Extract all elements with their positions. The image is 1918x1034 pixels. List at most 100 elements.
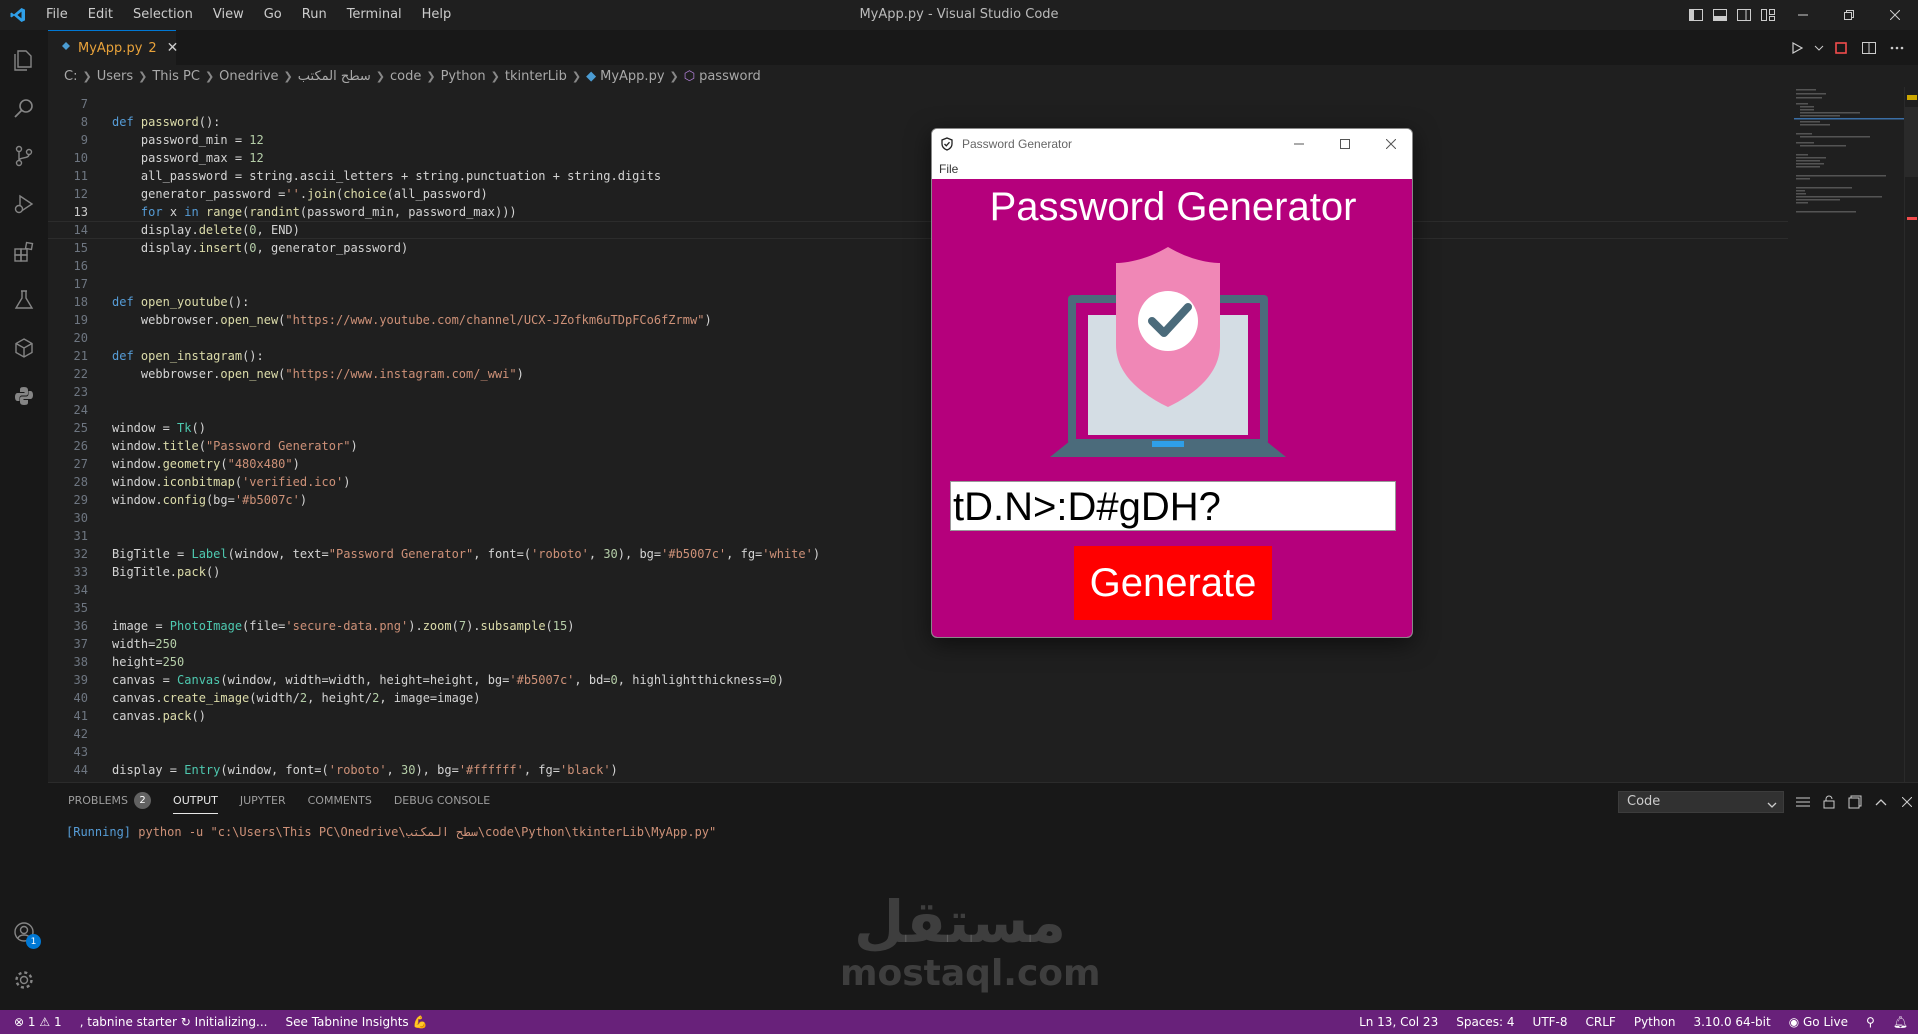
breadcrumb-item[interactable]: سطح المكتب bbox=[298, 69, 371, 84]
indentation[interactable]: Spaces: 4 bbox=[1456, 1015, 1514, 1029]
code-line[interactable] bbox=[112, 725, 820, 743]
tabnine-insights-link[interactable]: See Tabnine Insights 💪 bbox=[286, 1015, 428, 1029]
minimap[interactable] bbox=[1794, 87, 1904, 227]
explorer-icon[interactable] bbox=[0, 36, 48, 84]
search-icon[interactable] bbox=[0, 84, 48, 132]
python-interpreter[interactable]: 3.10.0 64-bit bbox=[1693, 1015, 1770, 1029]
breadcrumb-item[interactable]: code bbox=[390, 69, 421, 84]
breadcrumb-item[interactable]: Users bbox=[97, 69, 133, 84]
restore-icon[interactable] bbox=[1826, 0, 1872, 30]
code-line[interactable]: display.delete(0, END) bbox=[112, 221, 820, 239]
breadcrumb-item[interactable]: MyApp.py bbox=[600, 69, 664, 84]
go-live-button[interactable]: ◉ Go Live bbox=[1789, 1015, 1848, 1029]
notifications-bell-icon[interactable]: 🔔︎ bbox=[1893, 1015, 1908, 1029]
code-line[interactable] bbox=[112, 401, 820, 419]
code-line[interactable]: webbrowser.open_new("https://www.youtube… bbox=[112, 311, 820, 329]
code-line[interactable] bbox=[112, 527, 820, 545]
tk-minimize-icon[interactable] bbox=[1276, 129, 1322, 159]
remote-explorer-icon[interactable] bbox=[0, 324, 48, 372]
run-debug-icon[interactable] bbox=[0, 180, 48, 228]
breadcrumb-item[interactable]: tkinterLib bbox=[505, 69, 567, 84]
code-line[interactable]: display = Entry(window, font=('roboto', … bbox=[112, 761, 820, 779]
tab-comments[interactable]: COMMENTS bbox=[308, 783, 372, 818]
language-mode[interactable]: Python bbox=[1634, 1015, 1676, 1029]
accounts-icon[interactable]: 1 bbox=[0, 908, 48, 956]
minimize-icon[interactable] bbox=[1780, 0, 1826, 30]
breadcrumb-item[interactable]: Python bbox=[441, 69, 486, 84]
code-line[interactable]: window.iconbitmap('verified.ico') bbox=[112, 473, 820, 491]
code-line[interactable]: def password(): bbox=[112, 113, 820, 131]
menu-selection[interactable]: Selection bbox=[123, 0, 203, 30]
code-line[interactable]: def open_instagram(): bbox=[112, 347, 820, 365]
close-window-icon[interactable] bbox=[1872, 0, 1918, 30]
menu-run[interactable]: Run bbox=[292, 0, 337, 30]
menu-help[interactable]: Help bbox=[412, 0, 462, 30]
code-line[interactable]: canvas.pack() bbox=[112, 707, 820, 725]
breadcrumb-item[interactable]: password bbox=[699, 69, 761, 84]
maximize-panel-icon[interactable] bbox=[1870, 791, 1892, 813]
menu-edit[interactable]: Edit bbox=[78, 0, 123, 30]
code-line[interactable]: all_password = string.ascii_letters + st… bbox=[112, 167, 820, 185]
code-line[interactable]: BigTitle.pack() bbox=[112, 563, 820, 581]
tabnine-status[interactable]: ‚ tabnine starter ↻ Initializing... bbox=[80, 1015, 268, 1029]
code-line[interactable]: height=250 bbox=[112, 653, 820, 671]
more-actions-icon[interactable] bbox=[1884, 35, 1910, 61]
stop-icon[interactable] bbox=[1828, 35, 1854, 61]
code-line[interactable]: for x in range(randint(password_min, pas… bbox=[112, 203, 820, 221]
code-line[interactable]: def open_youtube(): bbox=[112, 293, 820, 311]
filter-list-icon[interactable] bbox=[1792, 791, 1814, 813]
code-line[interactable] bbox=[112, 257, 820, 275]
code-line[interactable]: window.title("Password Generator") bbox=[112, 437, 820, 455]
code-line[interactable] bbox=[112, 383, 820, 401]
clear-output-icon[interactable] bbox=[1844, 791, 1866, 813]
output-channel-select[interactable]: Code bbox=[1618, 791, 1784, 813]
source-control-icon[interactable] bbox=[0, 132, 48, 180]
code-line[interactable]: window = Tk() bbox=[112, 419, 820, 437]
end-of-line[interactable]: CRLF bbox=[1586, 1015, 1616, 1029]
code-line[interactable]: display.insert(0, generator_password) bbox=[112, 239, 820, 257]
file-encoding[interactable]: UTF-8 bbox=[1533, 1015, 1568, 1029]
tk-maximize-icon[interactable] bbox=[1322, 129, 1368, 159]
menu-file[interactable]: File bbox=[36, 0, 78, 30]
python-icon[interactable] bbox=[0, 372, 48, 420]
tab-problems[interactable]: PROBLEMS 2 bbox=[68, 783, 152, 818]
cursor-position[interactable]: Ln 13, Col 23 bbox=[1359, 1015, 1438, 1029]
code-line[interactable] bbox=[112, 509, 820, 527]
password-display-entry[interactable]: tD.N>:D#gDH? bbox=[950, 481, 1396, 531]
toggle-panel-icon[interactable] bbox=[1708, 0, 1732, 30]
code-line[interactable] bbox=[112, 743, 820, 761]
code-line[interactable]: image = PhotoImage(file='secure-data.png… bbox=[112, 617, 820, 635]
manage-gear-icon[interactable] bbox=[0, 956, 48, 1004]
customize-layout-icon[interactable] bbox=[1756, 0, 1780, 30]
breadcrumb-item[interactable]: C: bbox=[64, 69, 77, 84]
testing-icon[interactable] bbox=[0, 276, 48, 324]
run-dropdown-chevron-icon[interactable] bbox=[1812, 35, 1826, 61]
problems-status[interactable]: ⊗ 1 ⚠ 1 bbox=[14, 1015, 62, 1029]
code-line[interactable]: window.geometry("480x480") bbox=[112, 455, 820, 473]
menu-terminal[interactable]: Terminal bbox=[337, 0, 412, 30]
code-line[interactable]: BigTitle = Label(window, text="Password … bbox=[112, 545, 820, 563]
code-content[interactable]: def password(): password_min = 12 passwo… bbox=[112, 95, 820, 779]
tk-menu-file[interactable]: File bbox=[932, 159, 1412, 179]
tab-myapp-py[interactable]: MyApp.py 2 ✕ bbox=[48, 30, 178, 65]
code-line[interactable] bbox=[112, 275, 820, 293]
toggle-secondary-sidebar-icon[interactable] bbox=[1732, 0, 1756, 30]
close-panel-icon[interactable] bbox=[1896, 791, 1918, 813]
code-line[interactable] bbox=[112, 581, 820, 599]
tab-jupyter[interactable]: JUPYTER bbox=[240, 783, 286, 818]
code-line[interactable]: password_max = 12 bbox=[112, 149, 820, 167]
breadcrumb-item[interactable]: This PC bbox=[152, 69, 200, 84]
split-editor-icon[interactable] bbox=[1856, 35, 1882, 61]
run-python-file-icon[interactable] bbox=[1784, 35, 1810, 61]
tab-output[interactable]: OUTPUT bbox=[173, 783, 218, 818]
code-line[interactable] bbox=[112, 329, 820, 347]
menu-view[interactable]: View bbox=[203, 0, 254, 30]
feedback-icon[interactable]: ⚲ bbox=[1866, 1015, 1875, 1029]
editor-scrollbar[interactable] bbox=[1904, 87, 1918, 782]
code-line[interactable]: canvas.create_image(width/2, height/2, i… bbox=[112, 689, 820, 707]
lock-icon[interactable] bbox=[1818, 791, 1840, 813]
extensions-icon[interactable] bbox=[0, 228, 48, 276]
code-line[interactable]: window.config(bg='#b5007c') bbox=[112, 491, 820, 509]
code-line[interactable]: password_min = 12 bbox=[112, 131, 820, 149]
breadcrumb-item[interactable]: Onedrive bbox=[219, 69, 278, 84]
